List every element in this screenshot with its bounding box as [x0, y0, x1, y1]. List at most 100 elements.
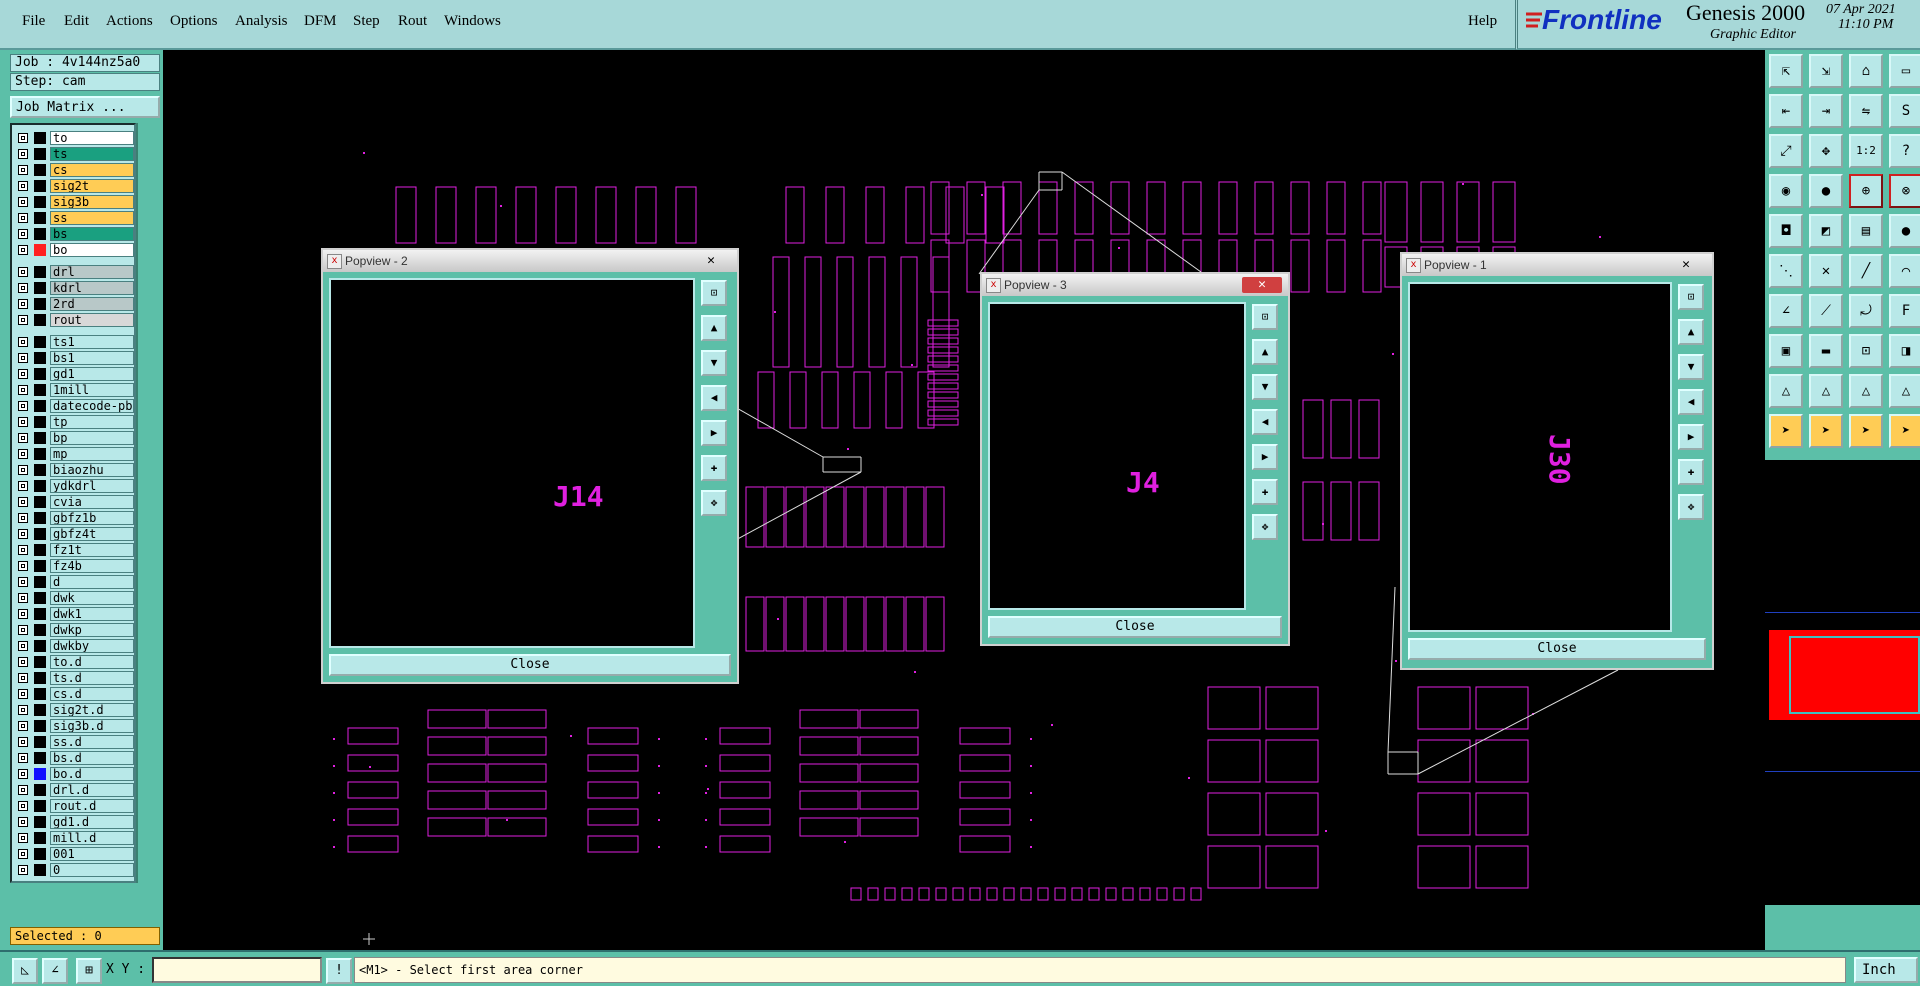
layer-name[interactable]: bs1 [50, 351, 134, 365]
cut-icon[interactable]: ◩ [1809, 214, 1843, 248]
layer-name[interactable]: rout [50, 313, 134, 327]
layer-color-swatch[interactable] [34, 672, 46, 684]
center-icon[interactable]: ✥ [1809, 134, 1843, 168]
layer-color-swatch[interactable] [34, 528, 46, 540]
layer-color-swatch[interactable] [34, 624, 46, 636]
pan-right-icon[interactable]: ▶ [701, 420, 727, 446]
menu-actions[interactable]: Actions [106, 13, 153, 30]
layer-color-swatch[interactable] [34, 228, 46, 240]
job-matrix-button[interactable]: Job Matrix ... [10, 96, 160, 118]
pointer2-icon[interactable]: ➤ [1809, 414, 1843, 448]
pan-down-icon[interactable]: ▼ [1678, 354, 1704, 380]
layer-checkbox[interactable] [18, 417, 28, 427]
layer-name[interactable]: gd1.d [50, 815, 134, 829]
layer-name[interactable]: 2rd [50, 297, 134, 311]
s-icon[interactable]: S [1889, 94, 1920, 128]
popview-2-close-button[interactable]: Close [329, 654, 731, 676]
layer-checkbox[interactable] [18, 197, 28, 207]
pan-down-icon[interactable]: ▼ [701, 350, 727, 376]
layer-row[interactable]: rout [16, 313, 134, 327]
layer-row[interactable]: gbfz4t [16, 527, 134, 541]
layer-row[interactable]: bs [16, 227, 134, 241]
layer-checkbox[interactable] [18, 213, 28, 223]
layer-name[interactable]: biaozhu [50, 463, 134, 477]
layer-checkbox[interactable] [18, 545, 28, 555]
layer-checkbox[interactable] [18, 353, 28, 363]
layer-checkbox[interactable] [18, 283, 28, 293]
measure-icon[interactable]: ∠ [42, 958, 68, 984]
layer-name[interactable]: bo.d [50, 767, 134, 781]
layer-color-swatch[interactable] [34, 464, 46, 476]
layer-checkbox[interactable] [18, 401, 28, 411]
zoom-in-icon[interactable]: ✚ [1252, 479, 1278, 505]
layer-checkbox[interactable] [18, 593, 28, 603]
home-icon[interactable]: ⌂ [1849, 54, 1883, 88]
edit-in-icon[interactable]: ⇱ [1769, 54, 1803, 88]
layer-row[interactable]: ydkdrl [16, 479, 134, 493]
layer-row[interactable]: ts.d [16, 671, 134, 685]
menu-dfm[interactable]: DFM [304, 13, 337, 30]
popview-1-close-button[interactable]: Close [1408, 638, 1706, 660]
layer-color-swatch[interactable] [34, 688, 46, 700]
frame-icon[interactable]: ⊡ [1849, 334, 1883, 368]
pointer-icon[interactable]: ➤ [1769, 414, 1803, 448]
layer-checkbox[interactable] [18, 229, 28, 239]
layer-checkbox[interactable] [18, 769, 28, 779]
zoom-out-icon[interactable]: ✥ [701, 490, 727, 516]
layer-checkbox[interactable] [18, 865, 28, 875]
shape-icon[interactable]: ◨ [1889, 334, 1920, 368]
layer-color-swatch[interactable] [34, 244, 46, 256]
menu-help[interactable]: Help [1468, 13, 1497, 30]
layer-row[interactable]: gd1 [16, 367, 134, 381]
probe-icon[interactable]: ● [1809, 174, 1843, 208]
layer-checkbox[interactable] [18, 833, 28, 843]
layer-list-scrollbar[interactable] [136, 123, 160, 883]
layer-row[interactable]: ts [16, 147, 134, 161]
layer-checkbox[interactable] [18, 369, 28, 379]
layer-row[interactable]: ss [16, 211, 134, 225]
layer-checkbox[interactable] [18, 497, 28, 507]
layer-color-swatch[interactable] [34, 384, 46, 396]
layer-name[interactable]: 001 [50, 847, 134, 861]
zoom-out-icon[interactable]: ✥ [1678, 494, 1704, 520]
layer-name[interactable]: datecode-pbe [50, 399, 134, 413]
layer-color-swatch[interactable] [34, 148, 46, 160]
left-icon[interactable]: ⇤ [1769, 94, 1803, 128]
menu-analysis[interactable]: Analysis [235, 13, 288, 30]
menu-options[interactable]: Options [170, 13, 218, 30]
net2-icon[interactable]: ⊗ [1889, 174, 1920, 208]
pan-down-icon[interactable]: ▼ [1252, 374, 1278, 400]
layer-name[interactable]: kdrl [50, 281, 134, 295]
layer-row[interactable]: gbfz1b [16, 511, 134, 525]
layer-color-swatch[interactable] [34, 266, 46, 278]
layer-row[interactable]: biaozhu [16, 463, 134, 477]
layer-row[interactable]: sig2t.d [16, 703, 134, 717]
layer-color-swatch[interactable] [34, 480, 46, 492]
layer-color-swatch[interactable] [34, 352, 46, 364]
layer-name[interactable]: sig3b [50, 195, 134, 209]
layer-name[interactable]: drl [50, 265, 134, 279]
layer-row[interactable]: bo.d [16, 767, 134, 781]
layer-color-swatch[interactable] [34, 608, 46, 620]
layer-name[interactable]: 1mill [50, 383, 134, 397]
layer-checkbox[interactable] [18, 705, 28, 715]
zoom-fit-icon[interactable]: ⊡ [1252, 304, 1278, 330]
layer-name[interactable]: cvia [50, 495, 134, 509]
layer-checkbox[interactable] [18, 315, 28, 325]
layer-row[interactable]: to [16, 131, 134, 145]
layer-color-swatch[interactable] [34, 196, 46, 208]
slash-icon[interactable]: ⟋ [1809, 294, 1843, 328]
layer-color-swatch[interactable] [34, 368, 46, 380]
layer-color-swatch[interactable] [34, 416, 46, 428]
arc-icon[interactable]: ⤾ [1849, 294, 1883, 328]
layer-color-swatch[interactable] [34, 768, 46, 780]
layer-checkbox[interactable] [18, 465, 28, 475]
layer-color-swatch[interactable] [34, 282, 46, 294]
square-icon[interactable]: ▣ [1769, 334, 1803, 368]
layer-color-swatch[interactable] [34, 400, 46, 412]
layer-name[interactable]: gbfz4t [50, 527, 134, 541]
layer-name[interactable]: d [50, 575, 134, 589]
right-icon[interactable]: ⇥ [1809, 94, 1843, 128]
menu-windows[interactable]: Windows [444, 13, 501, 30]
layer-checkbox[interactable] [18, 133, 28, 143]
